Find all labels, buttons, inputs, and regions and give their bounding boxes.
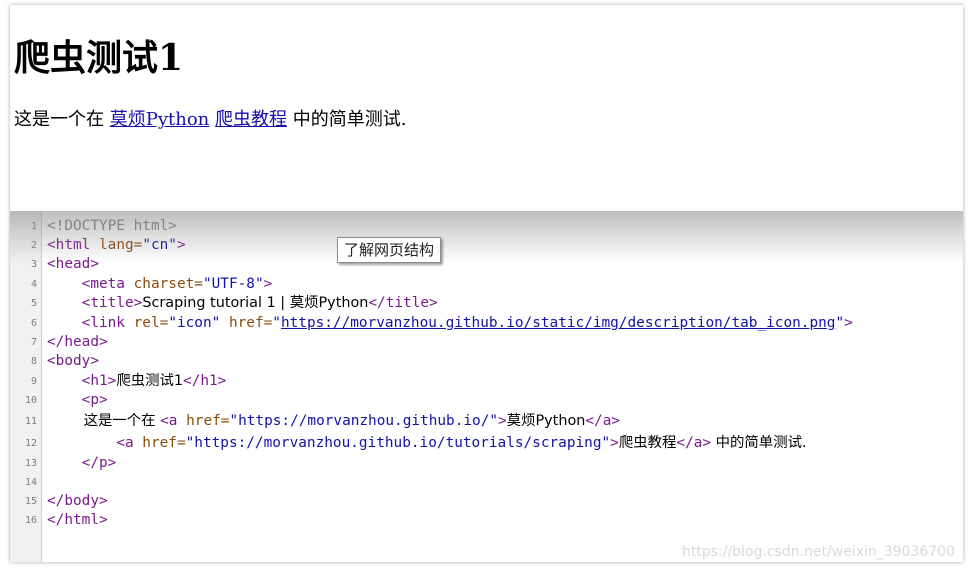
code-line: <body> [47,352,99,371]
tag-token: <a [160,413,178,429]
code-line: <head> [47,255,99,274]
attribute-token: charset= [124,276,203,292]
page-heading: 爬虫测试1 [14,37,184,79]
line-number: 12 [24,438,37,449]
morvan-python-link[interactable]: 莫烦Python [110,109,210,130]
source-code-panel: 1 2 3 4 5 6 7 8 9 10 11 12 13 14 15 16 <!DOCTYPE html> … [10,211,963,562]
line-number: 15 [24,496,37,507]
line-number: 3 [30,259,37,270]
value-token: "https://morvanzhou.github.io/tutorials/… [185,435,611,451]
line-number: 6 [30,318,37,329]
tag-token: > [263,276,273,292]
tag-token: > [844,315,853,331]
code-line: <h1>爬虫测试1</h1> [47,372,227,391]
tag-token: </html> [47,512,108,528]
code-line: <link rel="icon" href="https://morvanzho… [47,314,853,333]
code-line: <title>Scraping tutorial 1 | 莫烦Python</t… [47,294,438,313]
indent-token [47,435,116,451]
tooltip: 了解网页结构 [337,237,442,263]
tag-token: </body> [47,493,108,509]
tag-token: </title> [368,295,438,311]
tag-token: <html [47,237,91,253]
line-number: 4 [30,279,37,290]
code-line: </body> [47,492,108,511]
attribute-token: href= [177,413,230,429]
line-number: 5 [30,298,37,309]
tag-token: > [498,413,507,429]
tag-token: <h1> [47,373,117,389]
text-token: 中的简单测试. [711,435,807,451]
tag-token: <a [116,435,134,451]
icon-url-link[interactable]: https://morvanzhou.github.io/static/img/… [281,315,836,331]
text-token: 这是一个在 [47,413,161,429]
code-line: </head> [47,333,108,352]
attribute-token: href= [133,435,186,451]
line-number: 13 [24,458,37,469]
line-number: 7 [30,337,37,348]
code-line: <meta charset="UTF-8"> [47,275,273,294]
line-number: 11 [24,416,37,427]
tag-token: <meta [47,276,125,292]
watermark-text: https://blog.csdn.net/weixin_39036700 [681,544,955,560]
tag-token: <title> [47,295,143,311]
attribute-token: rel= [124,315,169,331]
code-line: <html lang="cn"> [47,236,186,255]
line-number: 1 [30,221,37,232]
rendered-page: 爬虫测试1 这是一个在 莫烦Python 爬虫教程 中的简单测试. [10,5,963,211]
value-token: "https://morvanzhou.github.io/" [229,413,499,429]
tag-token: </a> [676,435,712,451]
value-token: " [272,315,281,331]
paragraph-text-after: 中的简单测试. [287,109,407,130]
line-number: 14 [24,477,37,488]
text-token: 爬虫测试1 [116,373,184,389]
tag-token: </head> [47,334,108,350]
paragraph-text-before: 这是一个在 [14,109,110,130]
attribute-token: lang= [90,237,143,253]
code-line: </html> [47,511,108,530]
value-token: " [835,315,845,331]
code-line: <a href="https://morvanzhou.github.io/tu… [47,434,807,453]
tag-token: <p> [47,392,108,408]
tag-token: > [610,435,619,451]
code-line: <p> [47,391,108,410]
tag-token: > [176,237,186,253]
line-number: 8 [30,356,37,367]
scraping-tutorial-link[interactable]: 爬虫教程 [215,109,287,130]
line-number: 10 [24,395,37,406]
tag-token: <link [47,315,125,331]
code-line: </p> [47,454,117,473]
value-token: "icon" [168,315,221,331]
line-number: 2 [30,240,37,251]
tag-token: <head> [47,256,99,272]
text-token: Scraping tutorial 1 | 莫烦Python [142,295,369,311]
screenshot-frame: 爬虫测试1 这是一个在 莫烦Python 爬虫教程 中的简单测试. 123456… [10,5,963,562]
text-token: 莫烦Python [506,413,586,429]
text-token: 爬虫教程 [618,435,677,451]
tag-token: <body> [47,353,99,369]
doctype-token: <!DOCTYPE html> [47,218,177,234]
line-number: 9 [30,376,37,387]
tag-token: </p> [47,455,117,471]
value-token: "UTF-8" [202,276,264,292]
tag-token: </a> [585,413,621,429]
line-number: 16 [24,515,37,526]
code-line: 这是一个在 <a href="https://morvanzhou.github… [47,412,620,431]
tag-token: </h1> [183,373,227,389]
line-number-gutter: 1 2 3 4 5 6 7 8 9 10 11 12 13 14 15 16 [10,211,42,562]
value-token: "cn" [142,237,177,253]
attribute-token: href= [220,315,273,331]
page-paragraph: 这是一个在 莫烦Python 爬虫教程 中的简单测试. [14,105,406,131]
code-line: <!DOCTYPE html> [47,217,177,236]
